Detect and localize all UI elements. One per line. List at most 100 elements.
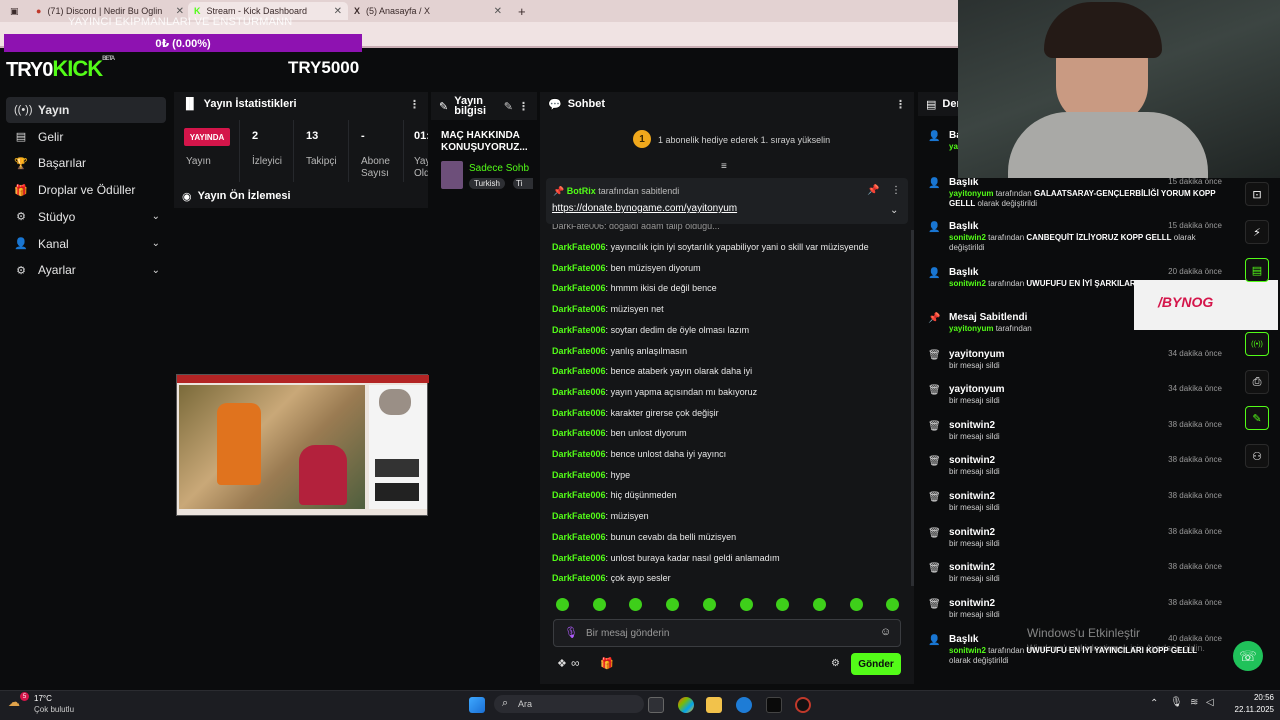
chevron-down-icon[interactable]: ⌄	[890, 205, 898, 216]
close-icon[interactable]: ✕	[176, 6, 184, 17]
tab-overview-icon[interactable]: ▣	[4, 2, 24, 20]
activity-item[interactable]: 🗑 yayitonyum 34 dakika önce bir mesajı sild…	[926, 384, 1226, 418]
broadcast-icon[interactable]: ((•))	[1245, 332, 1269, 356]
emoji-icon[interactable]: ☺	[880, 626, 891, 638]
chat-username[interactable]: DarkFate006	[552, 470, 606, 480]
more-options-icon[interactable]: ⋮	[518, 100, 529, 113]
sidebar-item-2[interactable]: ▤ Gelir	[6, 124, 166, 150]
microphone-icon[interactable]: 🎙	[1170, 697, 1183, 708]
microphone-icon[interactable]: 🎙	[564, 626, 578, 639]
activity-item[interactable]: 🗑 sonitwin2 38 dakika önce bir mesajı sildi	[926, 491, 1226, 525]
chat-text: yayın yapma açısından mı bakıyoruz	[610, 386, 758, 397]
category-name[interactable]: Sadece Sohb	[469, 163, 535, 174]
tab-x[interactable]: X (5) Anasayfa / X ✕	[348, 2, 508, 20]
chevron-down-icon[interactable]: ⌄	[152, 238, 160, 249]
tag-chip[interactable]: Turkish	[469, 178, 505, 189]
users-icon[interactable]: ⚇	[1245, 444, 1269, 468]
chat-username[interactable]: DarkFate006	[552, 263, 606, 273]
edit-icon[interactable]: ✎	[504, 100, 513, 113]
chevron-down-icon[interactable]: ⌄	[152, 211, 160, 222]
obs-icon[interactable]	[766, 697, 782, 713]
wifi-icon[interactable]: ≋	[1190, 697, 1198, 708]
unpin-icon[interactable]: 📌	[867, 185, 879, 196]
chat-username[interactable]: DarkFate006	[552, 511, 606, 521]
edge-icon[interactable]	[736, 697, 752, 713]
chat-username[interactable]: DarkFate006	[552, 366, 606, 376]
print-icon[interactable]: ⎙	[1245, 370, 1269, 394]
sidebar-item-5[interactable]: ⚙ Stüdyo ⌄	[6, 204, 166, 230]
bolt-icon[interactable]: ⚡	[1245, 220, 1269, 244]
copilot-icon[interactable]	[678, 697, 694, 713]
pinned-link[interactable]: https://donate.bynogame.com/yayitonyum	[552, 203, 737, 214]
chat-username[interactable]: DarkFate006	[552, 387, 606, 397]
camera-icon[interactable]: ⊡	[1245, 182, 1269, 206]
chat-username[interactable]: DarkFate006	[552, 283, 606, 293]
chat-username[interactable]: DarkFate006	[552, 532, 606, 542]
chat-username[interactable]: DarkFate006	[552, 553, 606, 563]
webcam-hair	[1044, 2, 1162, 58]
sidebar-item-7[interactable]: ⚙ Ayarlar ⌄	[6, 257, 166, 283]
sidebar-item-1[interactable]: ((•)) Yayın	[6, 97, 166, 123]
activity-item[interactable]: 🗑 sonitwin2 38 dakika önce bir mesajı sildi	[926, 420, 1226, 454]
activity-detail: bir mesajı sildi	[949, 503, 1219, 513]
stream-preview-video[interactable]	[176, 374, 429, 516]
taskbar-search[interactable]: ⌕ Ara	[494, 695, 644, 713]
app-icon[interactable]	[795, 697, 811, 713]
chevron-up-icon[interactable]: ⌃	[1150, 698, 1158, 709]
chat-username[interactable]: DarkFate006	[552, 346, 606, 356]
activity-item[interactable]: 🗑 sonitwin2 38 dakika önce bir mesajı sildi	[926, 527, 1226, 561]
sidebar-item-4[interactable]: 🎁 Droplar ve Ödüller	[6, 177, 166, 203]
support-chat-icon[interactable]: ☏	[1233, 641, 1263, 671]
activity-detail: yayitonyum tarafından GALAATSARAY-GENÇLE…	[949, 189, 1219, 209]
chat-username[interactable]: DarkFate006	[552, 304, 606, 314]
chat-scrollbar[interactable]	[911, 230, 914, 586]
new-tab-button[interactable]: +	[512, 2, 532, 20]
clock-date[interactable]: 22.11.2025	[1204, 705, 1274, 714]
chat-username[interactable]: DarkFate006	[552, 408, 606, 418]
pinned-message[interactable]	[546, 178, 908, 224]
chevron-down-icon[interactable]: ⌄	[152, 265, 160, 276]
gear-icon[interactable]: ⚙	[831, 658, 840, 669]
emote-icon[interactable]	[592, 598, 606, 611]
send-button[interactable]: Gönder	[851, 653, 901, 675]
task-view-icon[interactable]	[648, 697, 664, 713]
kick-logo[interactable]: TRY0KICKBETA	[6, 56, 115, 82]
chat-username[interactable]: DarkFate006	[552, 573, 606, 583]
collapse-icon[interactable]: ≡	[721, 161, 727, 172]
emote-icon[interactable]	[739, 598, 753, 611]
chat-username[interactable]: DarkFate006	[552, 449, 606, 459]
weather-icon[interactable]: ☁	[8, 695, 20, 709]
sidebar-item-3[interactable]: 🏆 Başarılar	[6, 150, 166, 176]
gift-icon[interactable]: 🎁	[600, 657, 614, 670]
chat-username[interactable]: DarkFate006	[552, 242, 606, 252]
more-options-icon[interactable]: ⋮	[895, 98, 906, 111]
file-explorer-icon[interactable]	[706, 697, 722, 713]
points-icon[interactable]: ❖	[557, 657, 567, 670]
start-icon[interactable]	[469, 697, 485, 713]
card-icon[interactable]: ▤	[1245, 258, 1269, 282]
tag-chip[interactable]: Ti	[513, 178, 533, 189]
close-icon[interactable]: ✕	[334, 6, 342, 17]
close-icon[interactable]: ✕	[494, 6, 502, 17]
activity-item[interactable]: 🗑 sonitwin2 38 dakika önce bir mesajı sildi	[926, 562, 1226, 596]
stream-title[interactable]: MAÇ HAKKINDA KONUŞUYORUZ...	[441, 130, 535, 154]
chat-input[interactable]: 🎙 Bir mesaj gönderin ☺	[553, 619, 901, 647]
chat-username[interactable]: DarkFate006	[552, 325, 606, 335]
wrench-icon[interactable]: ✎	[1245, 406, 1269, 430]
activity-item[interactable]: 🗑 yayitonyum 34 dakika önce bir mesajı sild…	[926, 349, 1226, 383]
emote-icon[interactable]	[849, 598, 863, 611]
activity-item[interactable]: 👤 Başlık 15 dakika önce sonitwin2 tarafında…	[926, 221, 1226, 255]
chat-username[interactable]: DarkFate006	[552, 428, 606, 438]
gift-sub-prompt[interactable]: 1 abonelik hediye ederek 1. sıraya yükse…	[658, 135, 830, 145]
emote-icon[interactable]	[702, 598, 716, 611]
emote-icon[interactable]	[666, 598, 680, 611]
clock-time[interactable]: 20:56	[1224, 693, 1274, 702]
more-options-icon[interactable]: ⋮	[891, 185, 901, 196]
sidebar-item-6[interactable]: 👤 Kanal ⌄	[6, 231, 166, 257]
more-options-icon[interactable]: ⋮	[409, 98, 420, 111]
emote-icon[interactable]	[812, 598, 826, 611]
activity-item[interactable]: 🗑 sonitwin2 38 dakika önce bir mesajı sildi	[926, 455, 1226, 489]
activity-item[interactable]: 👤 Başlık 15 dakika önce yayitonyum tarafınd…	[926, 177, 1226, 211]
emote-icon[interactable]	[556, 598, 569, 611]
chat-username[interactable]: DarkFate006	[552, 490, 606, 500]
